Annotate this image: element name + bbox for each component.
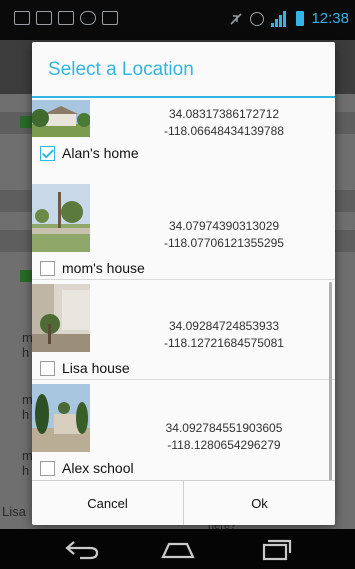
location-checkbox[interactable] [40, 461, 55, 476]
location-checkbox[interactable] [40, 146, 55, 161]
location-name: Alan's home [62, 145, 139, 161]
latitude: 34.08317386172712 [168, 107, 280, 121]
latitude: 34.092784551903605 [165, 421, 283, 435]
cancel-button[interactable]: Cancel [32, 481, 183, 525]
status-time: 12:38 [311, 10, 349, 27]
location-checkbox[interactable] [40, 361, 55, 376]
location-item-alex-school[interactable]: 34.092784551903605 -118.1280654296279 Al… [32, 380, 335, 480]
location-checkbox[interactable] [40, 261, 55, 276]
background-text: h [22, 407, 30, 422]
background-text: h [22, 345, 30, 360]
system-icons: 12:38 [229, 10, 349, 27]
location-list[interactable]: 34.08317386172712 -118.06648434139788 Al… [32, 100, 335, 480]
mute-icon [230, 12, 243, 25]
task-icon [102, 11, 118, 25]
gmail-icon [58, 11, 74, 25]
dialog-header: Select a Location [32, 42, 335, 98]
location-photo [32, 100, 90, 137]
list-scrollbar[interactable] [329, 282, 332, 480]
latitude: 34.09284724853933 [168, 319, 280, 333]
location-item-lisa-house[interactable]: 34.09284724853933 -118.12721684575081 Li… [32, 280, 335, 380]
ok-button[interactable]: Ok [183, 481, 335, 525]
home-icon[interactable] [158, 537, 198, 561]
status-bar: 12:38 [0, 0, 355, 40]
image-icon [36, 11, 52, 25]
background-text: Lisa [2, 504, 26, 519]
voicemail-icon [80, 11, 96, 25]
location-name: Alex school [62, 460, 134, 476]
location-photo [32, 284, 90, 352]
location-item-moms-house[interactable]: 34.07974390313029 -118.07706121355295 mo… [32, 180, 335, 280]
location-coordinates: 34.09284724853933 -118.12721684575081 [124, 318, 324, 352]
location-photo [32, 184, 90, 252]
latitude: 34.07974390313029 [168, 219, 280, 233]
location-photo [32, 384, 90, 452]
location-coordinates: 34.08317386172712 -118.06648434139788 [124, 106, 324, 140]
longitude: -118.06648434139788 [164, 124, 284, 138]
location-coordinates: 34.092784551903605 -118.1280654296279 [124, 420, 324, 454]
location-coordinates: 34.07974390313029 -118.07706121355295 [124, 218, 324, 252]
notification-icons [14, 11, 118, 25]
longitude: -118.1280654296279 [167, 438, 281, 452]
location-name: mom's house [62, 260, 145, 276]
location-name: Lisa house [62, 360, 130, 376]
longitude: -118.07706121355295 [164, 236, 284, 250]
dialog-buttons: Cancel Ok [32, 480, 335, 525]
dialog-title: Select a Location [48, 59, 194, 80]
notification-icon [14, 11, 30, 25]
battery-icon [296, 11, 305, 26]
longitude: -118.12721684575081 [164, 336, 284, 350]
recent-apps-icon[interactable] [254, 537, 294, 561]
navigation-bar [0, 529, 355, 569]
background-text: h [22, 463, 30, 478]
signal-icon [271, 10, 289, 27]
alarm-icon [250, 11, 265, 26]
select-location-dialog: Select a Location 34.08317386172712 -118… [32, 42, 335, 525]
back-icon[interactable] [62, 537, 102, 561]
